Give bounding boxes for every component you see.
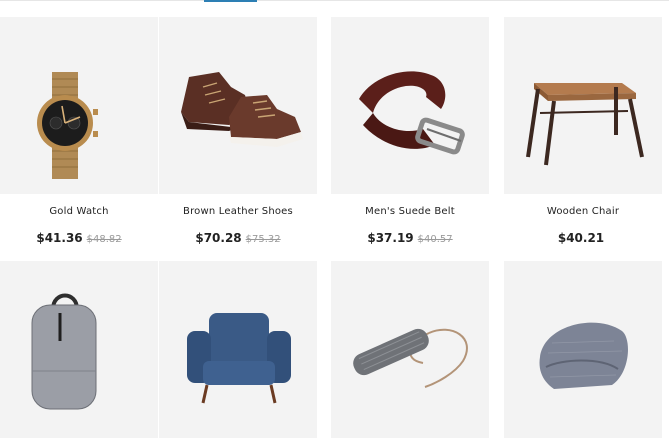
price-group: $37.19 $40.57 <box>331 227 489 246</box>
product-image-mens-suede-belt[interactable] <box>331 17 489 194</box>
active-tab-indicator <box>204 0 257 2</box>
price-group: $41.36 $48.82 <box>0 227 158 246</box>
product-price: $41.36 <box>36 231 83 245</box>
product-image-beanie[interactable] <box>504 261 662 438</box>
product-image-power-bank[interactable] <box>331 261 489 438</box>
product-image-gold-watch[interactable] <box>0 17 158 194</box>
top-divider <box>0 0 669 1</box>
product-price: $70.28 <box>195 231 242 245</box>
product-image-armchair[interactable] <box>159 261 317 438</box>
product-old-price: $75.32 <box>245 234 281 245</box>
product-price: $40.21 <box>557 231 605 245</box>
product-image-backpack[interactable] <box>0 261 158 438</box>
product-price: $37.19 <box>367 231 414 245</box>
product-name[interactable]: Wooden Chair <box>504 206 662 217</box>
product-image-wooden-chair[interactable] <box>504 17 662 194</box>
product-name[interactable]: Brown Leather Shoes <box>159 206 317 217</box>
product-image-brown-leather-shoes[interactable] <box>159 17 317 194</box>
price-group: $70.28 $75.32 <box>159 227 317 246</box>
product-name[interactable]: Gold Watch <box>0 206 158 217</box>
product-old-price: $40.57 <box>417 234 453 245</box>
product-old-price: $48.82 <box>86 234 122 245</box>
product-name[interactable]: Men's Suede Belt <box>331 206 489 217</box>
price-group: $40.21 <box>504 227 662 246</box>
